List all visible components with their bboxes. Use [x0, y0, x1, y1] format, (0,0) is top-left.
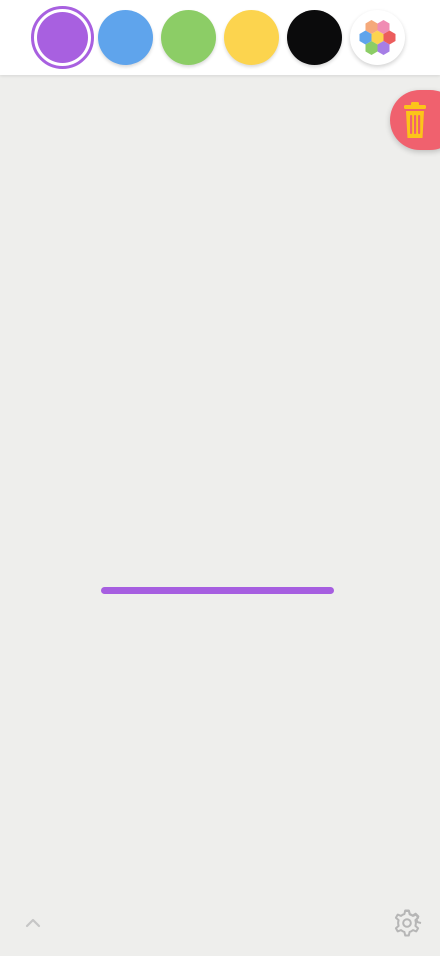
color-swatch-purple[interactable]: [37, 12, 88, 63]
hexagon-palette-icon: [359, 20, 396, 55]
color-swatch-yellow[interactable]: [224, 10, 279, 65]
gear-icon[interactable]: [392, 908, 422, 938]
color-swatch-blue[interactable]: [98, 10, 153, 65]
trash-icon: [404, 102, 426, 138]
drawn-stroke: [101, 587, 334, 594]
color-swatch-black[interactable]: [287, 10, 342, 65]
color-swatch-green[interactable]: [161, 10, 216, 65]
color-toolbar: [0, 0, 440, 75]
drawing-canvas[interactable]: [0, 75, 440, 956]
custom-color-button[interactable]: [350, 10, 405, 65]
chevron-up-icon[interactable]: [22, 912, 44, 934]
